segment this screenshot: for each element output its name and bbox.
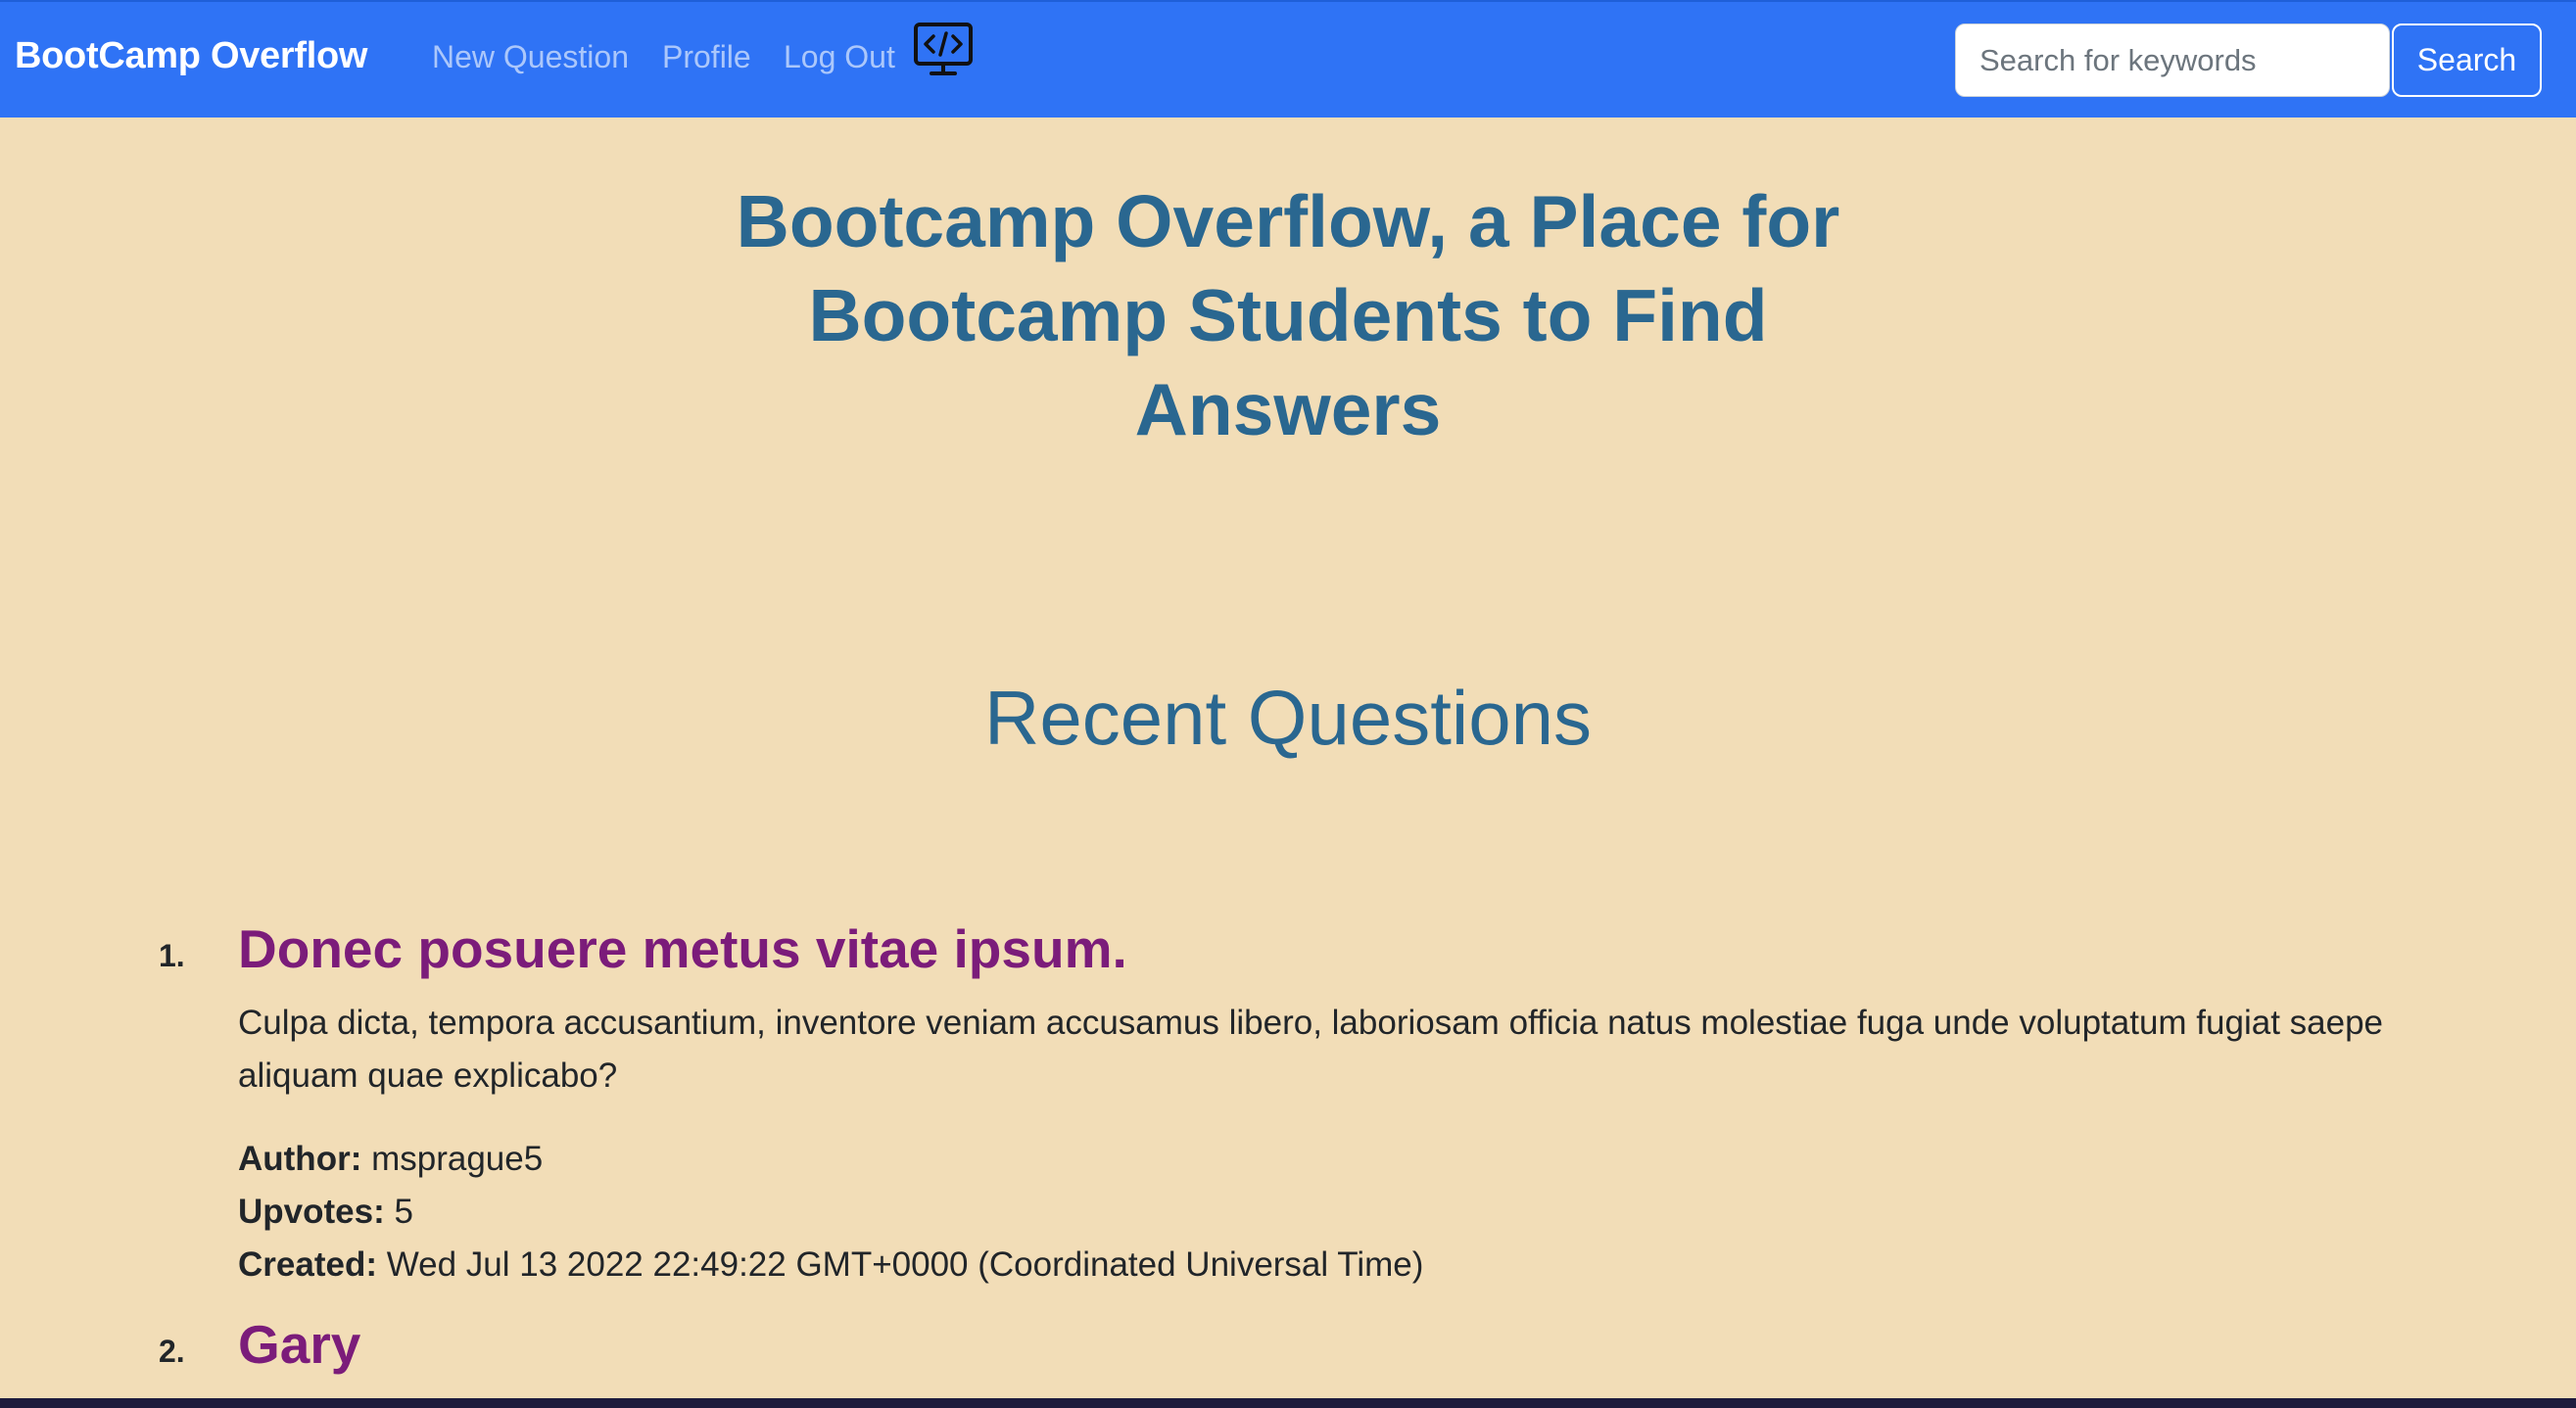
question-created: Created: Wed Jul 13 2022 22:49:22 GMT+00…	[238, 1239, 1423, 1291]
search-button[interactable]: Search	[2392, 23, 2542, 97]
brand-link[interactable]: BootCamp Overflow	[15, 35, 367, 77]
nav-new-question-link[interactable]: New Question	[432, 39, 629, 75]
question-number: 1.	[159, 938, 185, 973]
window-bottom-edge	[0, 1398, 2576, 1408]
question-body: Culpa dicta, tempora accusantium, invent…	[238, 1004, 2384, 1095]
question-title-link[interactable]: Gary	[238, 1313, 360, 1376]
question-title-link[interactable]: Donec posuere metus vitae ipsum.	[238, 917, 1127, 980]
question-number: 2.	[159, 1334, 185, 1369]
question-upvotes: Upvotes: 5	[238, 1186, 413, 1239]
created-label: Created:	[238, 1245, 377, 1284]
hero-title: Bootcamp Overflow, a Place for Bootcamp …	[736, 180, 1840, 450]
top-navbar: BootCamp Overflow New Question Profile L…	[0, 0, 2576, 117]
author-label: Author:	[238, 1140, 362, 1178]
nav-profile-link[interactable]: Profile	[662, 39, 751, 75]
author-value: msprague5	[371, 1140, 544, 1178]
monitor-code-icon	[913, 22, 974, 80]
upvotes-label: Upvotes:	[238, 1193, 385, 1231]
recent-questions-heading: Recent Questions	[983, 675, 1592, 761]
nav-log-out-link[interactable]: Log Out	[784, 39, 895, 75]
search-input[interactable]	[1955, 23, 2390, 97]
created-value: Wed Jul 13 2022 22:49:22 GMT+0000 (Coord…	[386, 1245, 1424, 1284]
upvotes-value: 5	[394, 1193, 413, 1231]
question-author: Author: msprague5	[238, 1133, 543, 1186]
